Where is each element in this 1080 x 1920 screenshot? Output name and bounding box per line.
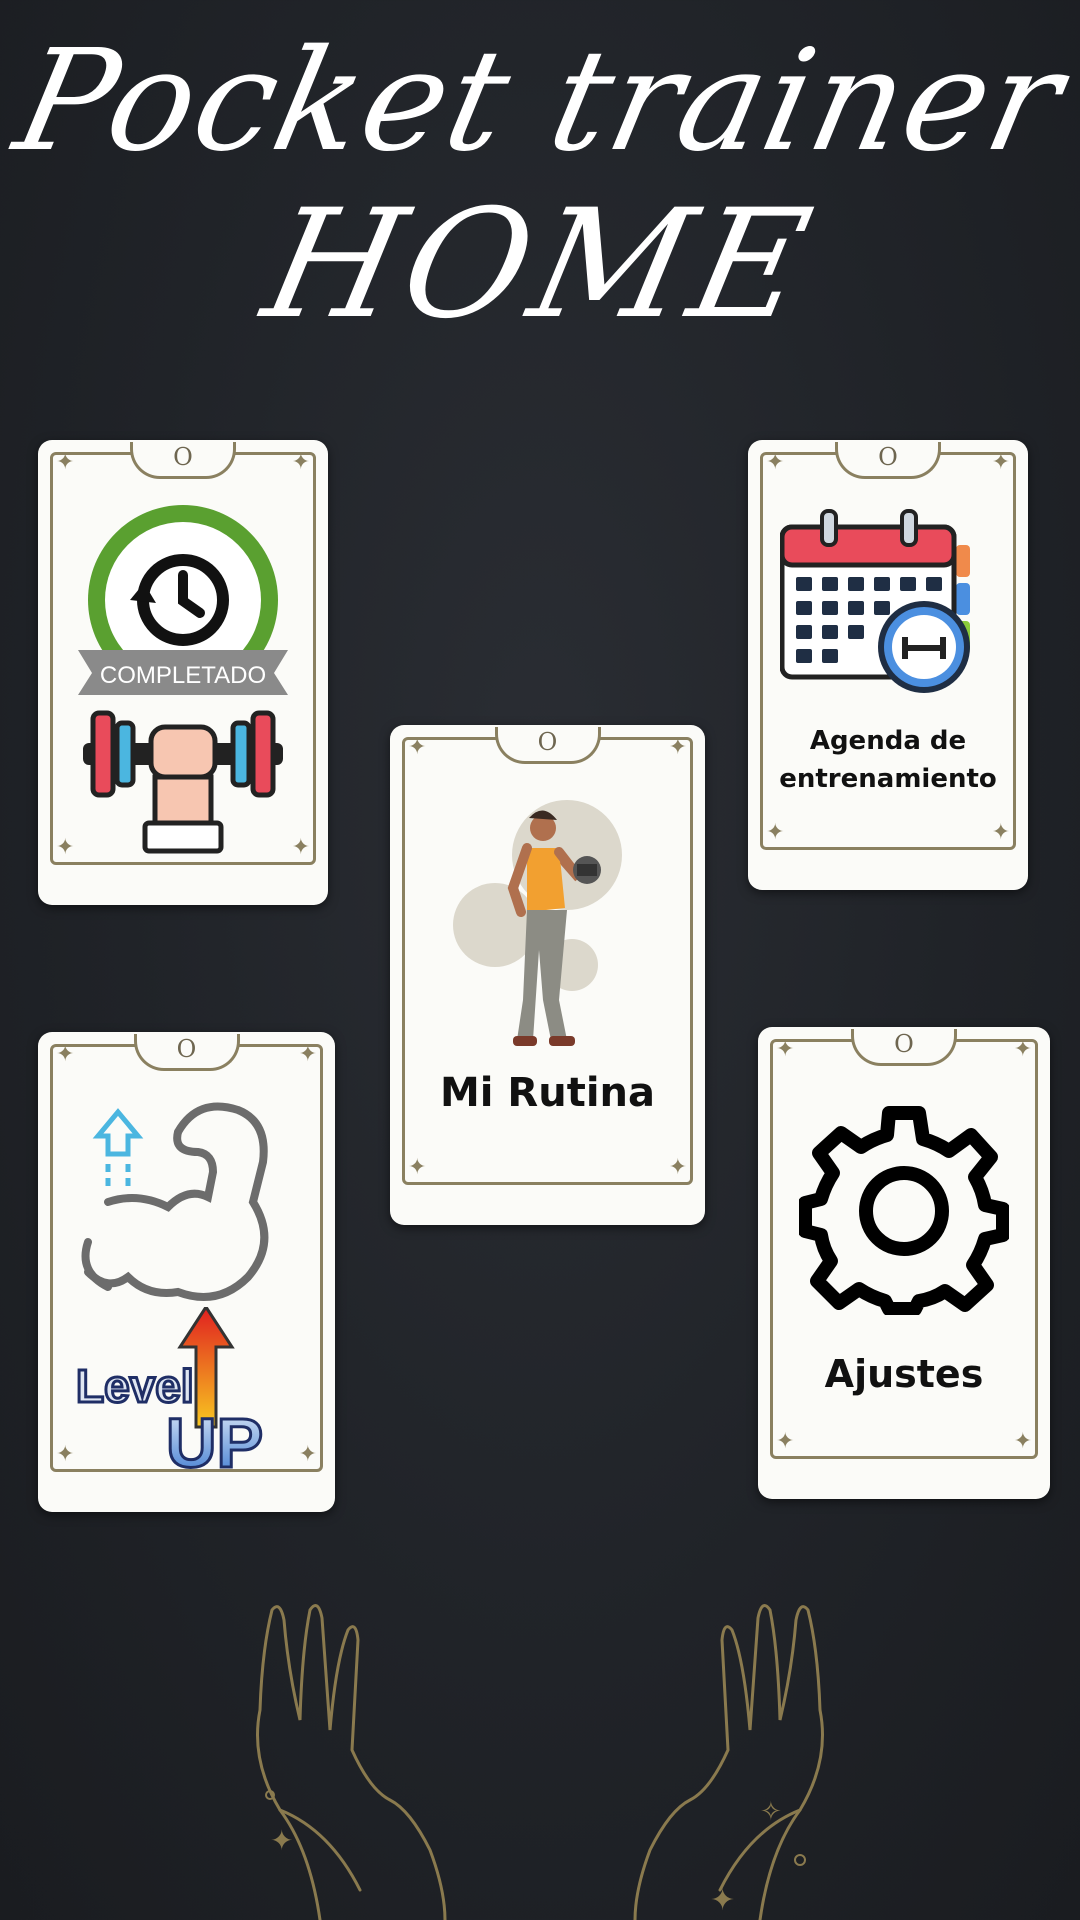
- star-icon: ✦: [56, 835, 75, 860]
- svg-text:✦: ✦: [270, 1824, 293, 1857]
- card-ornament: O: [851, 1029, 957, 1066]
- card-ornament: O: [130, 442, 236, 479]
- star-icon: ✦: [991, 820, 1010, 845]
- flexed-arm-icon: [81, 1102, 269, 1301]
- star-icon: ✦: [298, 1042, 317, 1067]
- star-icon: ✦: [291, 450, 310, 475]
- training-schedule-card[interactable]: O ✦ ✦ ✦ ✦ Agenda de entrenamiento: [748, 440, 1028, 890]
- card-ornament: O: [133, 1034, 240, 1071]
- star-icon: ✦: [1013, 1429, 1032, 1454]
- star-icon: ✦: [766, 820, 785, 845]
- card-ornament: O: [835, 442, 941, 479]
- up-text: UP: [166, 1404, 263, 1477]
- star-icon: ✦: [776, 1037, 795, 1062]
- calendar-icon: [780, 509, 970, 693]
- svg-text:✧: ✧: [760, 1797, 782, 1827]
- level-up-icon: Level UP: [75, 1307, 265, 1477]
- star-icon: ✦: [766, 450, 785, 475]
- level-up-card[interactable]: O ✦ ✦ ✦ ✦ Level UP: [38, 1032, 335, 1512]
- my-routine-label: Mi Rutina: [439, 1070, 656, 1116]
- star-icon: ✦: [668, 735, 687, 760]
- star-icon: ✦: [776, 1429, 795, 1454]
- card-ornament: O: [494, 727, 601, 764]
- page-title: HOME: [251, 178, 829, 352]
- my-routine-card[interactable]: O ✦ ✦ ✦ ✦ Mi Rutina: [390, 725, 705, 1225]
- star-icon: ✦: [56, 1042, 75, 1067]
- star-icon: ✦: [668, 1155, 687, 1180]
- completed-badge-icon: COMPLETADO: [78, 505, 288, 695]
- star-icon: ✦: [56, 450, 75, 475]
- settings-label: Ajustes: [824, 1352, 984, 1396]
- star-icon: ✦: [991, 450, 1010, 475]
- sparkle-icon: ✦ ✧ ✦: [270, 1797, 782, 1918]
- star-icon: ✦: [408, 1155, 427, 1180]
- completed-badge-label: COMPLETADO: [100, 662, 266, 689]
- star-icon: ✦: [408, 735, 427, 760]
- settings-card[interactable]: O ✦ ✦ ✦ ✦ Ajustes: [758, 1027, 1050, 1499]
- completed-card[interactable]: O ✦ ✦ ✦ ✦ COMPLETADO: [38, 440, 328, 905]
- star-icon: ✦: [1013, 1037, 1032, 1062]
- star-icon: ✦: [291, 835, 310, 860]
- training-schedule-label: Agenda de entrenamiento: [779, 726, 997, 794]
- athlete-icon: [453, 800, 622, 1046]
- gear-icon: [799, 1106, 1009, 1315]
- app-title: Pocket trainer: [3, 20, 1077, 183]
- hands-illustration: ✦ ✧ ✦: [256, 1604, 824, 1920]
- svg-text:✦: ✦: [710, 1883, 735, 1918]
- dumbbell-hand-icon: [83, 710, 283, 854]
